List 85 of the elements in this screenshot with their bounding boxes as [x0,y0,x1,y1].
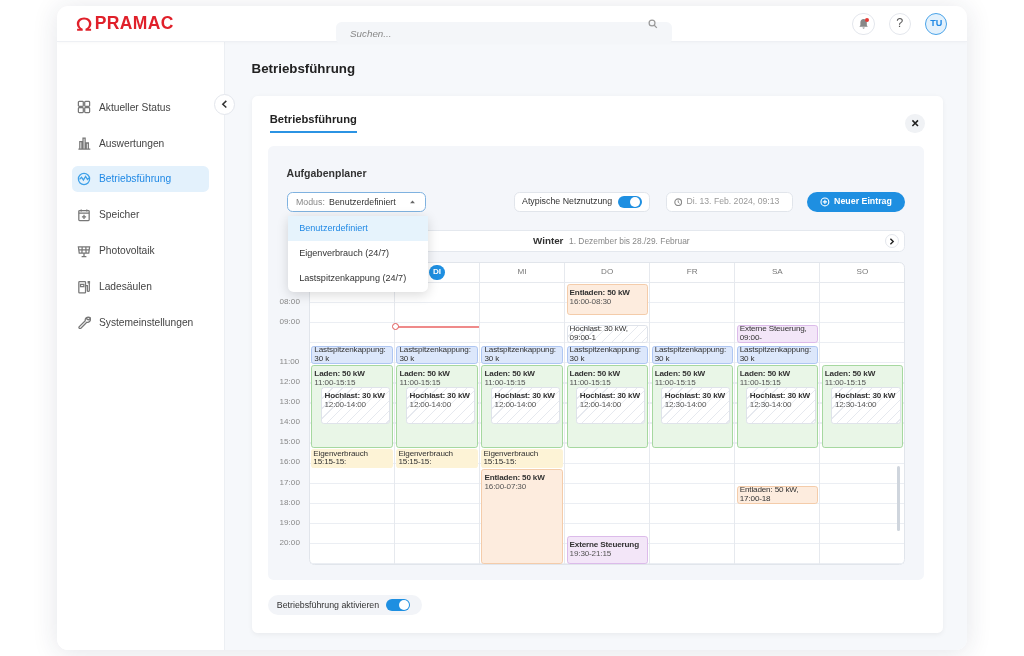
solar-panel-icon [76,243,91,258]
calendar-icon [76,207,91,222]
charging-event[interactable]: Laden: 50 kW 11:00-15:15 Hochlast: 30 kW 12:00-14:00 [311,365,393,448]
peak-load-event[interactable]: Hochlast: 30 kW, 09:00-1 [566,324,648,343]
time-label: 09:00 [279,317,300,326]
sidebar-item[interactable]: Aktueller Status [72,94,209,121]
sidebar-item[interactable]: Photovoltaik [72,237,209,265]
plus-circle-icon [820,197,830,207]
logo-icon [75,16,94,32]
self-consumption-event[interactable]: Eigenverbrauch 15:15-15: [311,449,393,468]
activate-toggle[interactable]: Betriebsführung aktivieren [268,595,423,615]
dropdown-option[interactable]: Eigenverbrauch (24/7) [288,241,428,267]
peak-shaving-event[interactable]: Lastspitzenkappung: 30 k [566,345,648,364]
wrench-icon [76,315,91,330]
bell-icon [857,18,869,30]
peak-load-event[interactable]: Hochlast: 30 kW 12:00-14:00 [405,387,476,424]
time-label: 19:00 [279,518,300,527]
time-label: 16:00 [279,458,300,467]
search-field[interactable]: Suchen... [336,21,673,45]
season-name: Winter [533,233,564,248]
self-consumption-event[interactable]: Eigenverbrauch 15:15-15: [396,449,478,468]
peak-load-event[interactable]: Hochlast: 30 kW 12:00-14:00 [575,387,646,424]
close-icon [911,119,920,128]
time-label: 15:00 [279,438,300,447]
peak-shaving-event[interactable]: Lastspitzenkappung: 30 k [311,345,393,364]
mode-select[interactable]: Modus: Benutzerdefiniert [286,192,426,212]
charging-event[interactable]: Laden: 50 kW 11:00-15:15 Hochlast: 30 kW 12:30-14:00 [651,365,733,448]
atypical-usage-toggle[interactable]: Atypische Netznutzung [514,192,651,212]
search-icon [648,18,659,29]
peak-shaving-event[interactable]: Lastspitzenkappung: 30 k [396,345,478,364]
toggle-switch[interactable] [386,598,410,612]
planner-title: Aufgabenplaner [286,165,368,180]
day-header: DO [601,268,614,277]
chevron-right-icon [889,237,895,245]
charging-event[interactable]: Laden: 50 kW 11:00-15:15 Hochlast: 30 kW 12:30-14:00 [736,365,818,448]
peak-load-event[interactable]: Hochlast: 30 kW 12:00-14:00 [320,387,391,424]
tab[interactable]: Betriebsführung [269,110,357,133]
charger-icon [76,279,91,294]
chevron-left-icon [221,100,229,109]
day-header: FR [686,268,698,277]
external-control-event[interactable]: Externe Steuerung 19:30-21:15 [566,536,648,565]
discharging-event[interactable]: Entladen: 50 kW 16:00-08:30 [566,284,648,315]
caret-icon [409,199,417,205]
charging-event[interactable]: Laden: 50 kW 11:00-15:15 Hochlast: 30 kW 12:00-14:00 [566,365,648,448]
discharging-event[interactable]: Entladen: 50 kW 16:00-07:30 [481,468,563,565]
time-label: 20:00 [279,538,300,547]
toggle-switch[interactable] [617,195,642,209]
sidebar-item[interactable]: Speicher [72,201,209,229]
peak-shaving-event[interactable]: Lastspitzenkappung: 30 k [651,345,733,364]
grid-icon [76,100,91,115]
peak-shaving-event[interactable]: Lastspitzenkappung: 30 k [736,345,818,364]
peak-load-event[interactable]: Hochlast: 30 kW 12:30-14:00 [746,387,816,424]
self-consumption-event[interactable]: Eigenverbrauch 15:15-15: [481,449,563,468]
peak-load-event[interactable]: Hochlast: 30 kW 12:30-14:00 [660,387,731,424]
charging-event[interactable]: Laden: 50 kW 11:00-15:15 Hochlast: 30 kW 12:00-14:00 [396,365,478,448]
sidebar-item[interactable]: Auswertungen [72,130,209,157]
time-label: 14:00 [279,418,300,427]
peak-load-event[interactable]: Hochlast: 30 kW 12:30-14:00 [831,387,901,424]
day-header: SA [771,268,783,277]
time-label: 12:00 [279,378,300,387]
time-label: 08:00 [279,297,300,306]
day-header: SO [856,268,869,277]
charging-event[interactable]: Laden: 50 kW 11:00-15:15 Hochlast: 30 kW 12:30-14:00 [821,365,904,448]
bar-chart-icon [76,136,91,151]
waveform-icon [76,172,91,187]
page-title: Betriebsführung [251,60,356,79]
peak-shaving-event[interactable]: Lastspitzenkappung: 30 k [481,345,563,364]
day-header: DI [429,264,445,281]
time-label: 17:00 [279,478,300,487]
day-header: MI [517,268,527,277]
sidebar-item[interactable]: Systemeinstellungen [72,309,209,336]
time-label: 13:00 [279,398,300,407]
peak-load-event[interactable]: Hochlast: 30 kW 12:00-14:00 [490,387,561,424]
time-label: 18:00 [279,498,300,507]
dropdown-option[interactable]: Lastspitzenkappung (24/7) [288,266,428,292]
sidebar-item[interactable]: Ladesäulen [72,273,209,300]
logo-text: PRAMAC [94,14,174,33]
clock-icon [673,197,683,207]
time-label: 11:00 [279,357,300,367]
charging-event[interactable]: Laden: 50 kW 11:00-15:15 Hochlast: 30 kW 12:00-14:00 [481,365,563,448]
discharging-event[interactable]: Entladen: 50 kW, 17:00-18 [736,485,818,504]
scrollbar[interactable] [897,466,901,531]
season-range: 1. Dezember bis 28./29. Februar [569,234,690,248]
external-control-event[interactable]: Externe Steuerung, 09:00- [736,324,818,343]
close-button[interactable] [905,113,925,134]
